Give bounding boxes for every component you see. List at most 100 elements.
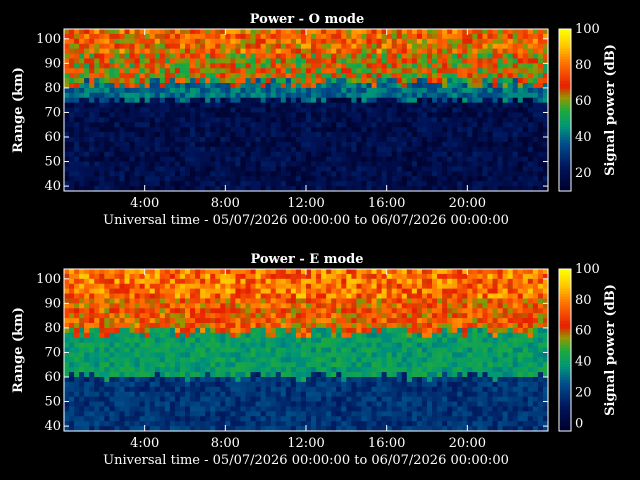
heatmap-cell bbox=[134, 122, 141, 128]
heatmap-cell bbox=[311, 63, 317, 69]
heatmap-cell bbox=[442, 171, 448, 177]
heatmap-cell bbox=[104, 323, 110, 329]
heatmap-cell bbox=[245, 391, 252, 398]
heatmap-cell bbox=[185, 58, 191, 64]
heatmap-cell bbox=[149, 318, 156, 324]
heatmap-cell bbox=[185, 318, 191, 324]
heatmap-cell bbox=[144, 332, 151, 339]
heatmap-cell bbox=[154, 73, 161, 79]
heatmap-cell bbox=[316, 68, 322, 74]
heatmap-cell bbox=[361, 171, 368, 177]
heatmap-cell bbox=[134, 416, 141, 422]
heatmap-cell bbox=[159, 327, 166, 334]
heatmap-cell bbox=[300, 146, 307, 153]
heatmap-cell bbox=[396, 48, 403, 55]
heatmap-cell bbox=[164, 357, 171, 363]
heatmap-cell bbox=[280, 327, 287, 334]
heatmap-cell bbox=[139, 146, 146, 153]
heatmap-cell bbox=[255, 372, 262, 378]
heatmap-cell bbox=[200, 141, 206, 148]
heatmap-cell bbox=[89, 38, 95, 45]
heatmap-cell bbox=[522, 166, 529, 172]
heatmap-cell bbox=[250, 151, 257, 158]
heatmap-cell bbox=[462, 117, 468, 123]
heatmap-cell bbox=[472, 33, 479, 40]
heatmap-cell bbox=[285, 78, 292, 84]
heatmap-cell bbox=[321, 78, 327, 84]
heatmap-cell bbox=[195, 293, 201, 300]
heatmap-cell bbox=[230, 347, 237, 354]
heatmap-cell bbox=[195, 137, 201, 143]
heatmap-cell bbox=[159, 83, 166, 89]
x-tick-label: 12:00 bbox=[287, 196, 324, 211]
heatmap-cell bbox=[104, 122, 110, 128]
heatmap-cell bbox=[280, 278, 287, 285]
heatmap-cell bbox=[346, 117, 352, 123]
heatmap-cell bbox=[69, 92, 75, 99]
heatmap-cell bbox=[396, 68, 403, 74]
heatmap-cell bbox=[427, 141, 433, 148]
heatmap-cell bbox=[351, 48, 358, 55]
heatmap-cell bbox=[109, 29, 116, 35]
heatmap-cell bbox=[270, 269, 277, 275]
heatmap-cell bbox=[336, 141, 342, 148]
heatmap-cell bbox=[94, 117, 100, 123]
heatmap-cell bbox=[290, 122, 297, 128]
heatmap-cell bbox=[427, 33, 433, 40]
heatmap-cell bbox=[64, 269, 70, 275]
heatmap-cell bbox=[255, 73, 262, 79]
heatmap-cell bbox=[250, 269, 257, 275]
heatmap-cell bbox=[109, 396, 116, 403]
heatmap-cell bbox=[74, 48, 80, 55]
heatmap-cell bbox=[401, 132, 408, 138]
heatmap-cell bbox=[144, 396, 151, 403]
heatmap-cell bbox=[331, 102, 337, 109]
heatmap-cell bbox=[74, 308, 80, 314]
heatmap-cell bbox=[144, 78, 151, 84]
heatmap-cell bbox=[401, 29, 408, 35]
heatmap-cell bbox=[416, 146, 423, 153]
heatmap-cell bbox=[306, 63, 312, 69]
heatmap-cell bbox=[316, 377, 322, 383]
heatmap-cell bbox=[497, 107, 504, 114]
heatmap-cell bbox=[311, 87, 317, 94]
heatmap-cell bbox=[406, 181, 413, 187]
heatmap-cell bbox=[295, 416, 302, 422]
heatmap-cell bbox=[129, 386, 136, 393]
heatmap-cell bbox=[416, 63, 423, 69]
heatmap-cell bbox=[225, 97, 231, 104]
heatmap-cell bbox=[527, 83, 534, 89]
heatmap-cell bbox=[220, 63, 226, 69]
heatmap-cell bbox=[482, 181, 489, 187]
heatmap-cell bbox=[159, 161, 166, 168]
heatmap-cell bbox=[220, 386, 226, 393]
heatmap-cell bbox=[64, 29, 70, 35]
heatmap-cell bbox=[230, 416, 237, 422]
heatmap-cell bbox=[215, 411, 221, 417]
heatmap-cell bbox=[442, 83, 448, 89]
heatmap-cell bbox=[381, 73, 388, 79]
heatmap-cell bbox=[295, 303, 302, 309]
heatmap-cell bbox=[89, 83, 95, 89]
heatmap-cell bbox=[69, 323, 75, 329]
heatmap-cell bbox=[321, 73, 327, 79]
heatmap-cell bbox=[285, 396, 292, 403]
heatmap-cell bbox=[497, 117, 504, 123]
heatmap-cell bbox=[497, 132, 504, 138]
heatmap-cell bbox=[487, 151, 494, 158]
heatmap-cell bbox=[235, 367, 242, 373]
heatmap-cell bbox=[230, 401, 237, 408]
heatmap-cell bbox=[411, 166, 418, 172]
heatmap-cell bbox=[169, 386, 176, 393]
heatmap-cell bbox=[235, 278, 242, 285]
heatmap-cell bbox=[502, 151, 509, 158]
heatmap-cell bbox=[84, 83, 90, 89]
heatmap-cell bbox=[447, 58, 453, 64]
heatmap-cell bbox=[240, 122, 247, 128]
heatmap-cell bbox=[462, 132, 468, 138]
heatmap-cell bbox=[295, 308, 302, 314]
heatmap-cell bbox=[154, 323, 161, 329]
heatmap-cell bbox=[164, 43, 171, 50]
heatmap-cell bbox=[149, 73, 156, 79]
heatmap-cell bbox=[447, 166, 453, 172]
